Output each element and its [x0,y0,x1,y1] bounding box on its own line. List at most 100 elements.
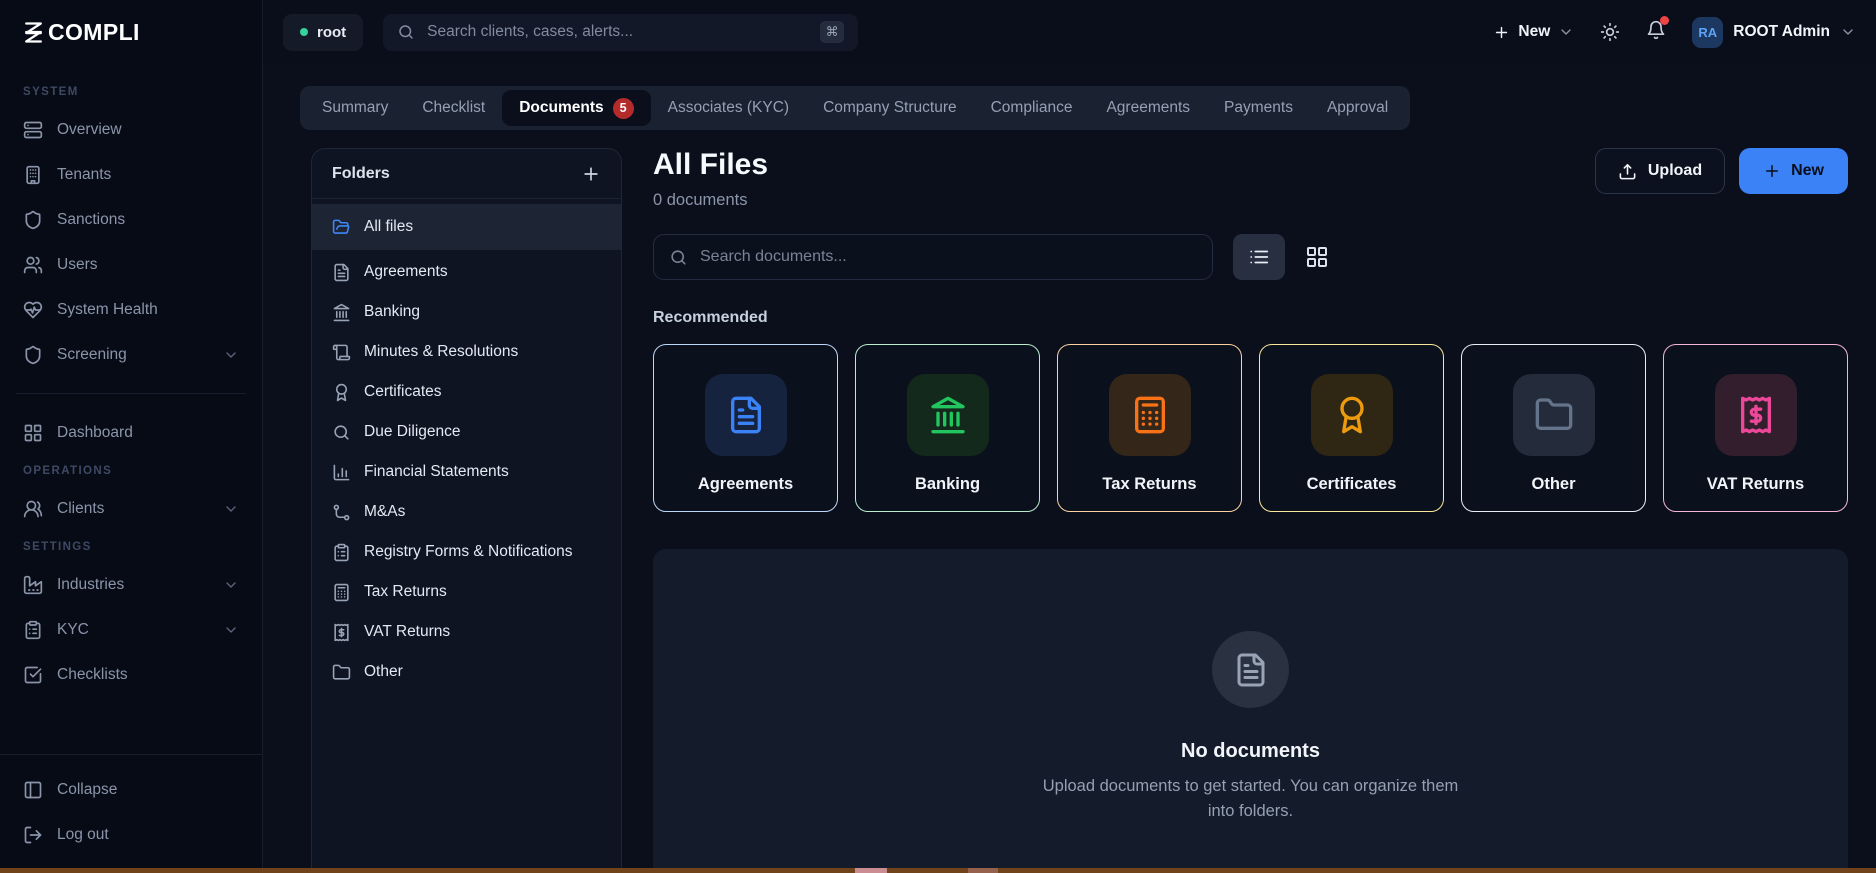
list-view-toggle[interactable] [1233,234,1285,280]
folder-item-due-diligence[interactable]: Due Diligence [312,412,621,452]
empty-state-icon-circle [1212,631,1289,708]
sidebar-item-label: Overview [57,120,122,138]
grid-view-toggle[interactable] [1305,245,1329,269]
clipboard-icon [332,543,351,562]
folder-item-tax-returns[interactable]: Tax Returns [312,572,621,612]
sidebar-item-dashboard[interactable]: Dashboard [14,410,248,455]
card-tax-returns[interactable]: Tax Returns [1057,344,1242,512]
add-folder-button[interactable] [581,164,601,184]
card-label: Agreements [697,475,794,493]
logo-text: COMPLI [48,18,140,45]
folder-icon [332,663,351,682]
upload-button[interactable]: Upload [1594,148,1726,194]
card-other[interactable]: Other [1461,344,1646,512]
sidebar-item-label: Industries [57,575,125,593]
section-header-settings: SETTINGS [23,541,92,553]
sidebar-divider [16,393,246,394]
notifications-button[interactable] [1646,15,1670,45]
upload-icon [1618,162,1637,181]
folder-item-other[interactable]: Other [312,652,621,692]
documents-count: 0 documents [653,191,748,209]
square-check-icon [23,665,43,685]
chevron-down-icon [1840,24,1856,40]
panel-left-icon [23,780,43,800]
folder-item-certificates[interactable]: Certificates [312,372,621,412]
search-row [653,234,1848,280]
sidebar-item-label: KYC [57,620,89,638]
card-banking[interactable]: Banking [855,344,1040,512]
plus-icon [1493,24,1510,41]
sidebar-item-system-health[interactable]: System Health [14,287,248,332]
card-agreements[interactable]: Agreements [653,344,838,512]
logout-button[interactable]: Log out [14,812,248,857]
sidebar-item-sanctions[interactable]: Sanctions [14,197,248,242]
users-icon [23,255,43,275]
folder-item-vat-returns[interactable]: VAT Returns [312,612,621,652]
user-name: ROOT Admin [1733,23,1830,40]
plus-icon [1763,162,1781,180]
shield-icon [23,345,43,365]
heart-pulse-icon [23,300,43,320]
new-menu-button[interactable]: New [1493,23,1574,41]
folders-panel: Folders All files Agreements Banking Min… [311,148,622,873]
tab-checklist[interactable]: Checklist [405,86,502,130]
empty-state-title: No documents [1181,740,1320,762]
sidebar-item-clients[interactable]: Clients [14,486,248,531]
folder-item-agreements[interactable]: Agreements [312,252,621,292]
list-icon [1248,246,1270,268]
theme-sun-icon[interactable] [1600,22,1620,42]
workspace-switcher[interactable]: root [283,13,364,51]
folder-item-mas[interactable]: M&As [312,492,621,532]
user-menu[interactable]: RA ROOT Admin [1692,16,1856,48]
collapse-sidebar-button[interactable]: Collapse [14,767,248,812]
tab-payments[interactable]: Payments [1207,86,1310,130]
server-icon [23,120,43,140]
folder-item-banking[interactable]: Banking [312,292,621,332]
topbar-actions: New RA ROOT Admin [1493,15,1856,48]
content-area: Summary Checklist Documents 5 Associates… [263,64,1876,873]
folder-item-all-files[interactable]: All files [312,204,621,250]
card-label: Certificates [1306,475,1397,493]
folder-item-financial-statements[interactable]: Financial Statements [312,452,621,492]
folder-item-registry-forms[interactable]: Registry Forms & Notifications [312,532,621,572]
sidebar-item-kyc[interactable]: KYC [14,607,248,652]
tab-summary[interactable]: Summary [305,86,405,130]
award-icon [332,383,351,402]
sidebar-item-label: Users [57,255,98,273]
page-title: All Files [653,148,769,181]
file-text-icon [1233,652,1269,688]
scroll-icon [332,343,351,362]
sidebar-item-industries[interactable]: Industries [14,562,248,607]
card-icon-tile [1108,374,1191,456]
tab-agreements[interactable]: Agreements [1089,86,1207,130]
sidebar-item-users[interactable]: Users [14,242,248,287]
tab-approval[interactable]: Approval [1310,86,1405,130]
sidebar-item-tenants[interactable]: Tenants [14,152,248,197]
tab-associates-kyc[interactable]: Associates (KYC) [651,86,806,130]
chevron-down-icon [223,347,239,363]
sidebar-item-overview[interactable]: Overview [14,107,248,152]
sidebar-item-screening[interactable]: Screening [14,332,248,377]
recommended-cards: Agreements Banking Tax Returns Certifica… [653,344,1848,512]
workspace-name: root [317,23,347,41]
tab-compliance[interactable]: Compliance [974,86,1090,130]
tab-company-structure[interactable]: Company Structure [806,86,974,130]
file-text-icon [332,263,351,282]
chevron-down-icon [223,622,239,638]
card-icon-tile [704,374,787,456]
card-vat-returns[interactable]: VAT Returns [1663,344,1848,512]
tab-documents[interactable]: Documents 5 [502,90,651,126]
dashboard-grid-icon [23,423,43,443]
folder-item-minutes-resolutions[interactable]: Minutes & Resolutions [312,332,621,372]
global-search-input[interactable] [427,23,809,41]
new-document-button[interactable]: New [1739,148,1848,194]
command-key-badge: ⌘ [820,21,845,43]
search-icon [397,23,415,41]
logout-label: Log out [57,825,109,843]
section-header-system: SYSTEM [23,86,79,98]
document-search-input[interactable] [700,248,1197,266]
card-certificates[interactable]: Certificates [1259,344,1444,512]
sidebar-item-checklists[interactable]: Checklists [14,652,248,697]
sidebar-nav: SYSTEM Overview Tenants Sanctions Users … [0,64,262,754]
search-icon [332,423,351,442]
